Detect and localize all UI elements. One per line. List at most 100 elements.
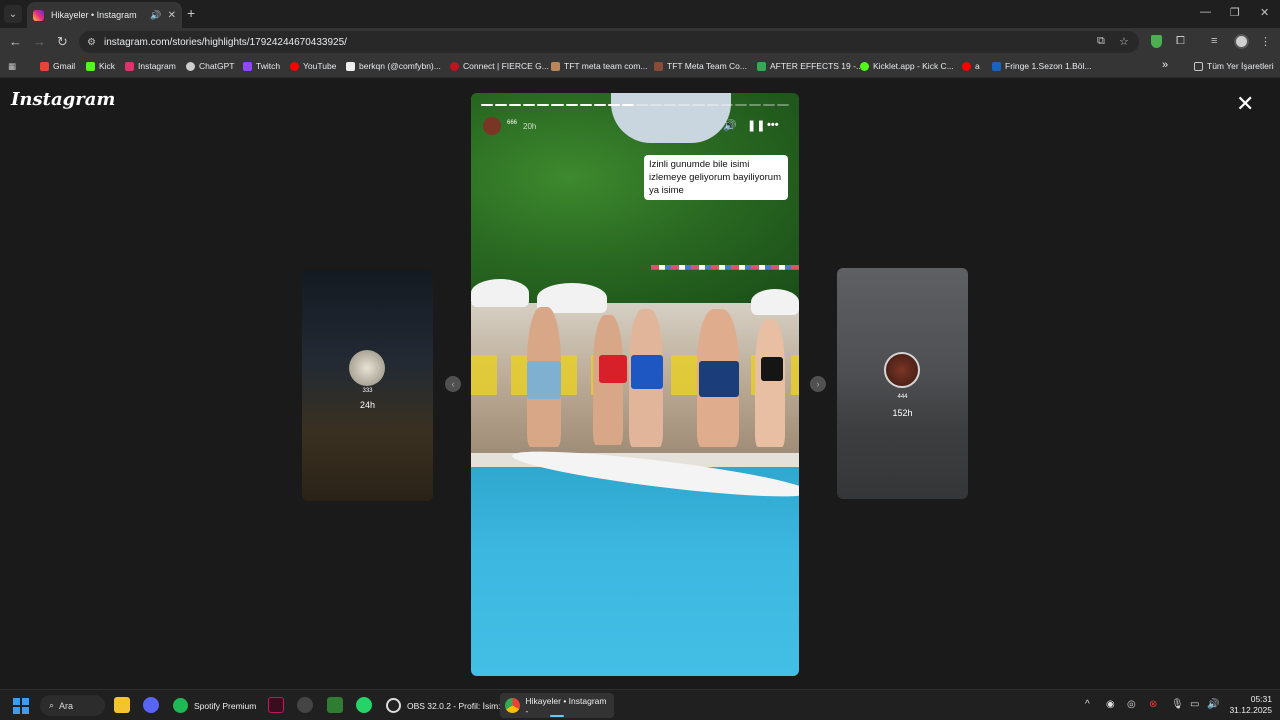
- extensions-icon[interactable]: ⧠: [1176, 35, 1185, 48]
- app-icon[interactable]: [297, 697, 313, 713]
- bookmark-youtube[interactable]: YouTube: [290, 61, 336, 71]
- umbrella: [751, 289, 799, 315]
- mute-icon[interactable]: 🔊: [723, 119, 737, 132]
- progress-segment: [481, 104, 494, 106]
- menu-icon[interactable]: ⋮: [1260, 35, 1271, 48]
- instagram-logo[interactable]: Instagram: [11, 89, 115, 110]
- volume-icon[interactable]: 🔊: [1207, 699, 1219, 710]
- media-controls-icon[interactable]: ≡: [1211, 35, 1217, 47]
- story-header: 666 20h 🔊 ❚❚ •••: [483, 115, 787, 137]
- story-caption: Izinli gunumde bile isimi izlemeye geliy…: [644, 155, 788, 200]
- story-username[interactable]: 666: [507, 120, 517, 126]
- bookmarks-overflow-button[interactable]: »: [1162, 59, 1168, 71]
- progress-segment: [621, 104, 635, 106]
- bookmark-label: ChatGPT: [199, 61, 235, 71]
- stories-viewer: Instagram ✕ 333 24h ‹ 666 20h 🔊 ❚❚ ••• I…: [0, 79, 1280, 689]
- speaker-icon[interactable]: 🔊: [150, 10, 161, 21]
- discord-tray-icon[interactable]: ◉: [1106, 699, 1115, 710]
- clock-time: 05:31: [1250, 694, 1272, 704]
- fierce-icon: [450, 61, 459, 71]
- progress-segment: [776, 104, 790, 106]
- chatgpt-icon: [186, 61, 195, 71]
- back-button[interactable]: ←: [9, 34, 22, 49]
- bookmark-tft-meta[interactable]: TFT meta team com...: [551, 61, 647, 71]
- microphone-icon[interactable]: 🎙: [1171, 699, 1184, 710]
- close-icon[interactable]: ✕: [1236, 93, 1254, 115]
- url-text: instagram.com/stories/highlights/1792424…: [103, 36, 347, 48]
- story-media[interactable]: 666 20h 🔊 ❚❚ ••• Izinli gunumde bile isi…: [471, 93, 799, 676]
- bookmark-chatgpt[interactable]: ChatGPT: [186, 61, 234, 71]
- reload-button[interactable]: ↻: [57, 34, 68, 50]
- drive-icon: [757, 61, 766, 71]
- system-clock[interactable]: 05:31 31.12.2025: [1226, 694, 1272, 716]
- address-bar[interactable]: ⚙ instagram.com/stories/highlights/17924…: [79, 31, 1139, 53]
- restore-button[interactable]: ❐: [1230, 6, 1240, 19]
- file-explorer-icon[interactable]: [114, 697, 130, 713]
- taskbar-app-obs[interactable]: OBS 32.0.2 - Profil: İsim:: [381, 693, 506, 718]
- bookmark-gmail[interactable]: Gmail: [40, 61, 75, 71]
- minimize-button[interactable]: —: [1200, 6, 1211, 18]
- bookmark-instagram[interactable]: Instagram: [125, 61, 176, 71]
- progress-segment: [551, 104, 564, 106]
- close-tab-icon[interactable]: ✕: [168, 10, 176, 21]
- network-icon[interactable]: ▭: [1190, 699, 1199, 710]
- steam-tray-icon[interactable]: ◎: [1127, 699, 1136, 710]
- taskbar-app-chrome[interactable]: Hikayeler • Instagram -: [500, 693, 614, 718]
- progress-segment: [495, 104, 508, 106]
- bookmark-label: Connect | FIERCE G...: [463, 61, 549, 71]
- bookmark-kick[interactable]: Kick: [86, 61, 115, 71]
- bookmark-twitch[interactable]: Twitch: [243, 61, 280, 71]
- new-tab-button[interactable]: +: [187, 5, 195, 21]
- tab-title: Hikayeler • Instagram: [51, 10, 137, 20]
- bookmark-label: YouTube: [303, 61, 337, 71]
- taskbar-app-spotify[interactable]: Spotify Premium: [168, 693, 261, 718]
- bookmark-a[interactable]: a: [962, 61, 980, 71]
- tray-overflow-icon[interactable]: ^: [1085, 699, 1090, 710]
- bookmark-kicklet[interactable]: Kicklet.app - Kick C...: [860, 61, 954, 71]
- tft-team-icon: [654, 61, 663, 71]
- bookmark-star-icon[interactable]: ☆: [1119, 35, 1129, 48]
- bookmark-after-effects[interactable]: AFTER EFFECTS 19 -...: [757, 61, 863, 71]
- next-story-button[interactable]: ›: [810, 376, 826, 392]
- antivirus-tray-icon[interactable]: ⊗: [1149, 699, 1157, 710]
- browser-tab[interactable]: Hikayeler • Instagram 🔊 ✕: [27, 2, 182, 28]
- pause-icon[interactable]: ❚❚: [747, 119, 765, 132]
- site-info-icon[interactable]: ⚙: [87, 37, 96, 48]
- progress-segment: [537, 104, 550, 106]
- progress-segment: [720, 104, 733, 106]
- all-bookmarks-folder[interactable]: Tüm Yer İşaretleri: [1194, 61, 1274, 71]
- whatsapp-icon[interactable]: [356, 697, 372, 713]
- shield-extension-icon[interactable]: [1151, 35, 1162, 48]
- install-app-icon[interactable]: ⧉: [1097, 35, 1105, 48]
- person: [755, 319, 785, 447]
- taskbar-app-label: Hikayeler • Instagram -: [525, 695, 607, 716]
- app-icon[interactable]: [327, 697, 343, 713]
- close-window-button[interactable]: ✕: [1260, 6, 1269, 19]
- forward-button[interactable]: →: [33, 34, 46, 49]
- avatar: [884, 352, 920, 388]
- fringe-icon: [992, 61, 1001, 71]
- bookmark-tiktok[interactable]: berkqn (@comfybn)...: [346, 61, 441, 71]
- swimming-pool: [471, 467, 799, 676]
- tab-search-button[interactable]: ⌄: [4, 5, 22, 23]
- start-button[interactable]: [13, 698, 29, 714]
- story-time: 152h: [892, 408, 913, 418]
- discord-icon[interactable]: [143, 697, 159, 713]
- taskbar-search[interactable]: ⌕ Ara: [40, 695, 105, 716]
- profile-avatar[interactable]: [1234, 34, 1249, 49]
- previous-story-preview[interactable]: 333 24h: [302, 270, 433, 501]
- bookmark-fierce[interactable]: Connect | FIERCE G...: [450, 61, 549, 71]
- previous-story-button[interactable]: ‹: [445, 376, 461, 392]
- kicklet-icon: [860, 61, 869, 71]
- bookmark-label: Instagram: [138, 61, 176, 71]
- next-story-preview[interactable]: 444 152h: [837, 268, 968, 499]
- progress-segment: [607, 104, 620, 106]
- premiere-icon[interactable]: [268, 697, 284, 713]
- avatar[interactable]: [483, 117, 501, 135]
- more-options-icon[interactable]: •••: [767, 119, 779, 131]
- bookmark-label: Kicklet.app - Kick C...: [873, 61, 954, 71]
- bookmark-tft-meta-team[interactable]: TFT Meta Team Co...: [654, 61, 747, 71]
- bookmark-fringe[interactable]: Fringe 1.Sezon 1.Böl...: [992, 61, 1091, 71]
- apps-grid-icon[interactable]: ▦: [8, 61, 16, 72]
- progress-segment: [636, 104, 649, 106]
